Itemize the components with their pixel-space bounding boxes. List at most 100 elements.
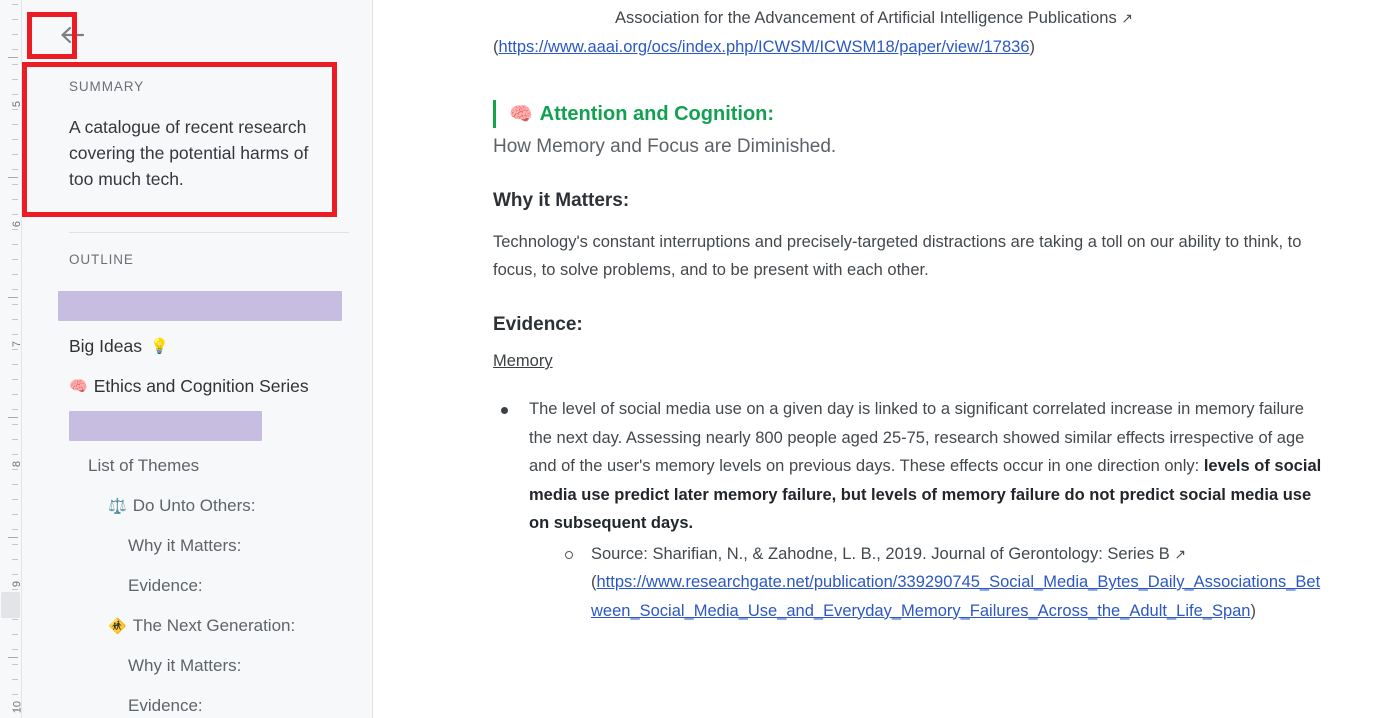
ruler-tick <box>12 184 18 185</box>
app-window: 5678910 SUMMARY A catalogue of recent re… <box>0 0 1393 718</box>
outline-item[interactable]: ⚖️ Do Unto Others: <box>22 486 373 526</box>
ruler-tick <box>12 394 18 395</box>
ruler-tick <box>12 259 18 260</box>
back-button[interactable] <box>53 16 93 54</box>
ruler-number: 6 <box>11 221 22 227</box>
outline-list: Big Ideas💡 🧠 Ethics and Cognition Series Li… <box>22 286 373 718</box>
ruler-tick <box>12 484 18 485</box>
outline-item-label: Ethics and Cognition Series <box>94 376 309 397</box>
ruler-tick <box>12 49 18 50</box>
summary-card: SUMMARY A catalogue of recent research c… <box>49 67 354 208</box>
brain-icon: 🧠 <box>509 105 533 124</box>
ruler-tick <box>12 289 18 290</box>
outline-item[interactable]: 🚸 The Next Generation: <box>22 606 373 646</box>
external-link-icon: ↗ <box>1121 10 1133 26</box>
ruler-tick <box>12 19 18 20</box>
ruler-tick <box>12 409 18 410</box>
ruler-tick <box>12 229 18 230</box>
why-it-matters-heading: Why it Matters: <box>493 190 1323 212</box>
ruler-tick <box>12 694 18 695</box>
ruler-tick <box>12 649 18 650</box>
ruler-tick <box>12 34 18 35</box>
ruler-number: 10 <box>11 701 22 713</box>
outline-item-label: Do Unto Others: <box>133 496 256 516</box>
redaction-block <box>69 411 262 441</box>
vertical-ruler[interactable]: 5678910 <box>0 0 22 718</box>
ruler-tick <box>12 439 18 440</box>
close-paren: ) <box>1250 602 1256 620</box>
why-it-matters-body: Technology's constant interruptions and … <box>493 228 1323 284</box>
section-heading-text: Attention and Cognition: <box>540 100 774 128</box>
ruler-tick <box>12 424 18 425</box>
top-reference: Association for the Advancement of Artif… <box>493 0 1323 62</box>
outline-redacted-row <box>22 286 373 326</box>
ruler-tick <box>12 94 18 95</box>
sidebar-divider <box>69 232 349 233</box>
outline-item-icon: 🧠 <box>69 379 88 394</box>
outline-item[interactable]: Evidence: <box>22 566 373 606</box>
outline-item[interactable]: Why it Matters: <box>22 646 373 686</box>
reference-publisher: Association for the Advancement of Artif… <box>615 9 1117 27</box>
outline-item-label: Why it Matters: <box>128 656 241 676</box>
ruler-tick <box>12 574 18 575</box>
outline-item[interactable]: 🧠 Ethics and Cognition Series <box>22 366 373 406</box>
ruler-tick-major <box>8 177 18 178</box>
ruler-tick <box>12 514 18 515</box>
ruler-tick <box>12 664 18 665</box>
ruler-tick <box>12 214 18 215</box>
bullet-text-plain: The level of social media use on a given… <box>529 400 1304 475</box>
ruler-tick <box>12 334 18 335</box>
ruler-tick <box>12 319 18 320</box>
outline-item-label: Evidence: <box>128 576 203 596</box>
ruler-tick-major <box>8 417 18 418</box>
section-subtitle: How Memory and Focus are Diminished. <box>493 134 1323 160</box>
ruler-tick-major <box>8 537 18 538</box>
ruler-number: 7 <box>11 341 22 347</box>
ruler-tick <box>12 79 18 80</box>
outline-item[interactable]: List of Themes <box>22 446 373 486</box>
ruler-tick <box>12 529 18 530</box>
outline-item-icon: ⚖️ <box>108 499 127 514</box>
ruler-tick <box>12 124 18 125</box>
ruler-tick <box>12 244 18 245</box>
outline-label: OUTLINE <box>69 252 134 267</box>
ruler-tick <box>12 544 18 545</box>
ruler-tick <box>12 109 18 110</box>
ruler-scroll-thumb[interactable] <box>1 592 20 618</box>
outline-item-label: Evidence: <box>128 696 203 716</box>
source-url-link[interactable]: https://www.researchgate.net/publication… <box>591 573 1320 620</box>
ruler-tick <box>12 364 18 365</box>
reference-url-link[interactable]: https://www.aaai.org/ocs/index.php/ICWSM… <box>499 38 1030 56</box>
outline-item-label: List of Themes <box>88 456 199 476</box>
document-content[interactable]: Association for the Advancement of Artif… <box>373 0 1393 718</box>
outline-item[interactable]: Big Ideas💡 <box>22 326 373 366</box>
ruler-tick <box>12 4 18 5</box>
ruler-tick <box>12 139 18 140</box>
outline-item[interactable]: Evidence: <box>22 686 373 718</box>
outline-item-icon: 💡 <box>150 339 169 354</box>
outline-item-icon: 🚸 <box>108 619 127 634</box>
ruler-tick <box>12 499 18 500</box>
evidence-bullet-list: The level of social media use on a given… <box>493 395 1323 625</box>
external-link-icon: ↗ <box>1174 546 1186 562</box>
document-body: Association for the Advancement of Artif… <box>493 0 1323 625</box>
ruler-tick <box>12 304 18 305</box>
arrow-left-icon <box>60 25 86 45</box>
ruler-tick <box>12 559 18 560</box>
ruler-tick <box>12 454 18 455</box>
ruler-tick <box>12 679 18 680</box>
outline-item-label: The Next Generation: <box>133 616 296 636</box>
summary-label: SUMMARY <box>69 79 334 94</box>
close-paren: ) <box>1030 38 1036 56</box>
source-item: Source: Sharifian, N., & Zahodne, L. B.,… <box>591 540 1323 626</box>
outline-item[interactable]: Why it Matters: <box>22 526 373 566</box>
ruler-tick <box>12 199 18 200</box>
ruler-tick <box>12 154 18 155</box>
section-heading: 🧠 Attention and Cognition: <box>493 100 1323 128</box>
ruler-tick <box>12 469 18 470</box>
evidence-subheading: Memory <box>493 352 553 371</box>
redaction-block <box>58 291 342 321</box>
ruler-tick <box>12 379 18 380</box>
source-list: Source: Sharifian, N., & Zahodne, L. B.,… <box>529 540 1323 626</box>
ruler-number: 8 <box>11 461 22 467</box>
